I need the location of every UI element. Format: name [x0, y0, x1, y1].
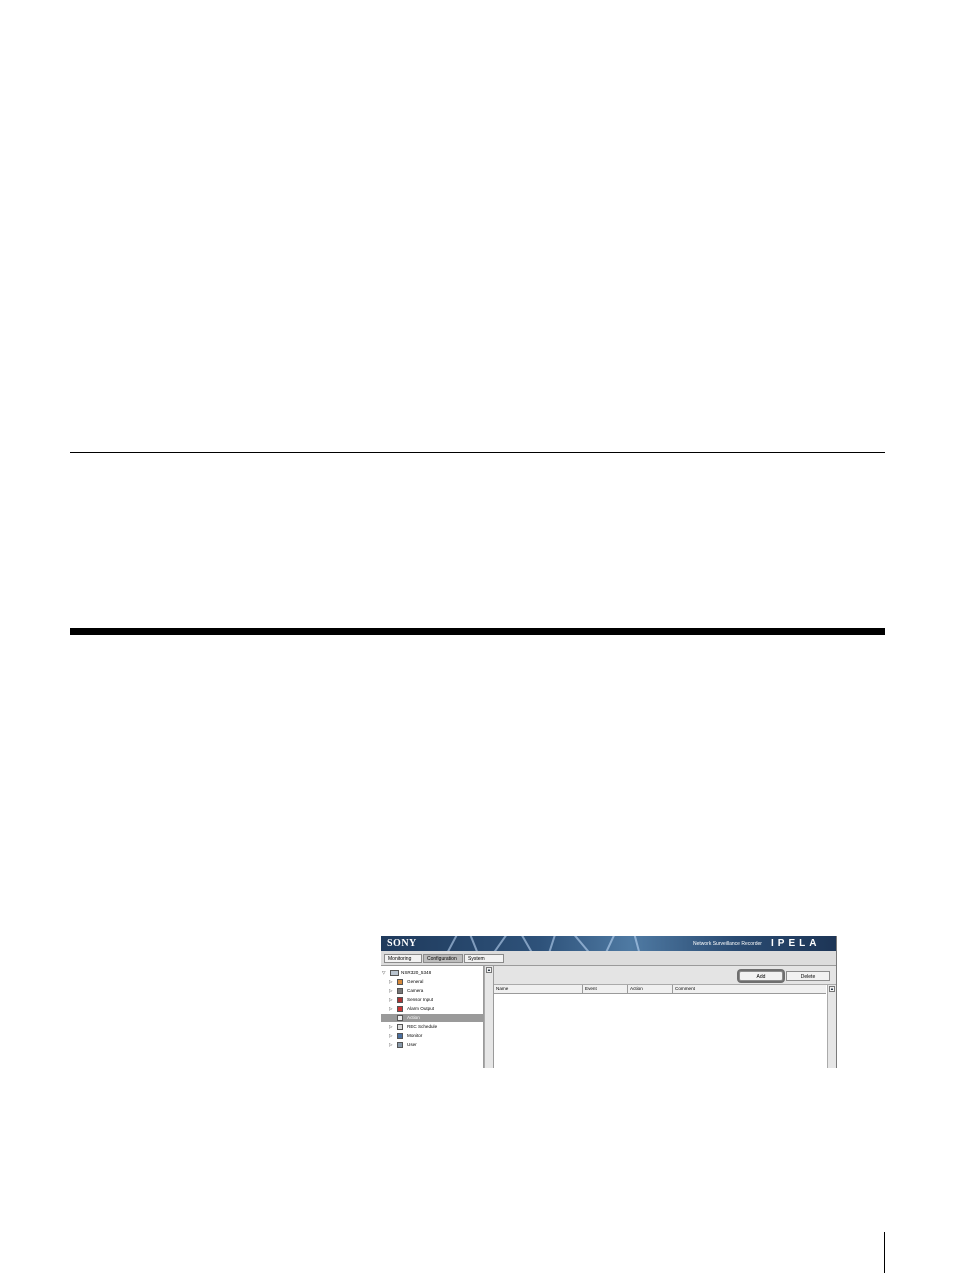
camera-icon — [397, 988, 403, 994]
section-rule-thick — [70, 628, 885, 635]
tree-item-monitor[interactable]: ▷ Monitor — [381, 1032, 483, 1040]
expanded-triangle-icon[interactable]: ▽ — [382, 969, 386, 977]
tools-icon — [397, 979, 403, 985]
tree-item-label: General — [407, 979, 424, 984]
tab-bar: Monitoring Configuration System — [381, 951, 836, 966]
page-margin-mark — [884, 1232, 885, 1273]
schedule-icon — [397, 1024, 403, 1030]
monitor-icon — [397, 1033, 403, 1039]
tab-monitoring[interactable]: Monitoring — [384, 954, 422, 963]
alarm-icon — [397, 1006, 403, 1012]
tree-item-rec-schedule[interactable]: ▷ REC Schedule — [381, 1023, 483, 1031]
tab-system[interactable]: System — [464, 954, 504, 963]
tree-item-user[interactable]: ▷ User — [381, 1041, 483, 1049]
tree-item-label: User — [407, 1042, 417, 1047]
tree-scrollbar[interactable]: ▲ — [484, 966, 494, 1068]
ipela-logo: IPELA — [771, 938, 821, 949]
action-toolbar: Add Delete — [494, 966, 836, 985]
tree-item-alarm-output[interactable]: ▷ Alarm Output — [381, 1005, 483, 1013]
collapsed-triangle-icon[interactable]: ▷ — [389, 1032, 393, 1040]
sensor-icon — [397, 997, 403, 1003]
tree-item-label: Camera — [407, 988, 424, 993]
tree-item-label: Action — [407, 1015, 420, 1020]
tree-item-label: Monitor — [407, 1033, 423, 1038]
collapsed-triangle-icon[interactable]: ▷ — [389, 987, 393, 995]
collapsed-triangle-icon[interactable]: ▷ — [389, 1041, 393, 1049]
collapsed-triangle-icon[interactable]: ▷ — [389, 978, 393, 986]
embedded-screenshot: SONY Network Surveillance Recorder IPELA… — [381, 936, 837, 1068]
tree-item-action[interactable]: Action — [381, 1014, 483, 1022]
tree-item-general[interactable]: ▷ General — [381, 978, 483, 986]
settings-tree: ▽ NSR320_5348 ▷ General ▷ Camera ▷ Senso… — [381, 966, 484, 1068]
product-name: Network Surveillance Recorder — [693, 941, 762, 947]
tree-item-label: Alarm Output — [407, 1006, 435, 1011]
user-icon — [397, 1042, 403, 1048]
server-icon — [390, 970, 399, 976]
tree-item-label: REC Schedule — [407, 1024, 438, 1029]
collapsed-triangle-icon[interactable]: ▷ — [389, 1023, 393, 1031]
delete-button[interactable]: Delete — [786, 971, 830, 981]
table-header: Name Event Action Comment — [494, 985, 826, 994]
collapsed-triangle-icon[interactable]: ▷ — [389, 1005, 393, 1013]
action-list-panel: Add Delete Name Event Action Comment ▲ — [494, 966, 836, 1068]
add-button[interactable]: Add — [739, 971, 783, 981]
column-header-action[interactable]: Action — [628, 985, 673, 993]
tree-item-camera[interactable]: ▷ Camera — [381, 987, 483, 995]
section-rule-thin — [70, 452, 885, 453]
tab-configuration[interactable]: Configuration — [423, 954, 463, 963]
action-icon — [397, 1015, 403, 1021]
app-banner: SONY Network Surveillance Recorder IPELA — [381, 936, 836, 951]
sony-logo: SONY — [387, 938, 417, 949]
column-header-name[interactable]: Name — [494, 985, 583, 993]
tree-root-label: NSR320_5348 — [401, 970, 432, 975]
tree-root[interactable]: ▽ NSR320_5348 — [381, 969, 483, 977]
tree-item-label: Sensor Input — [407, 997, 434, 1002]
column-header-event[interactable]: Event — [583, 985, 628, 993]
column-header-comment[interactable]: Comment — [673, 985, 826, 993]
scroll-up-arrow-icon[interactable]: ▲ — [829, 986, 835, 992]
tree-item-sensor-input[interactable]: ▷ Sensor Input — [381, 996, 483, 1004]
table-scrollbar[interactable]: ▲ — [827, 985, 836, 1068]
collapsed-triangle-icon[interactable]: ▷ — [389, 996, 393, 1004]
scroll-up-arrow-icon[interactable]: ▲ — [486, 967, 492, 973]
